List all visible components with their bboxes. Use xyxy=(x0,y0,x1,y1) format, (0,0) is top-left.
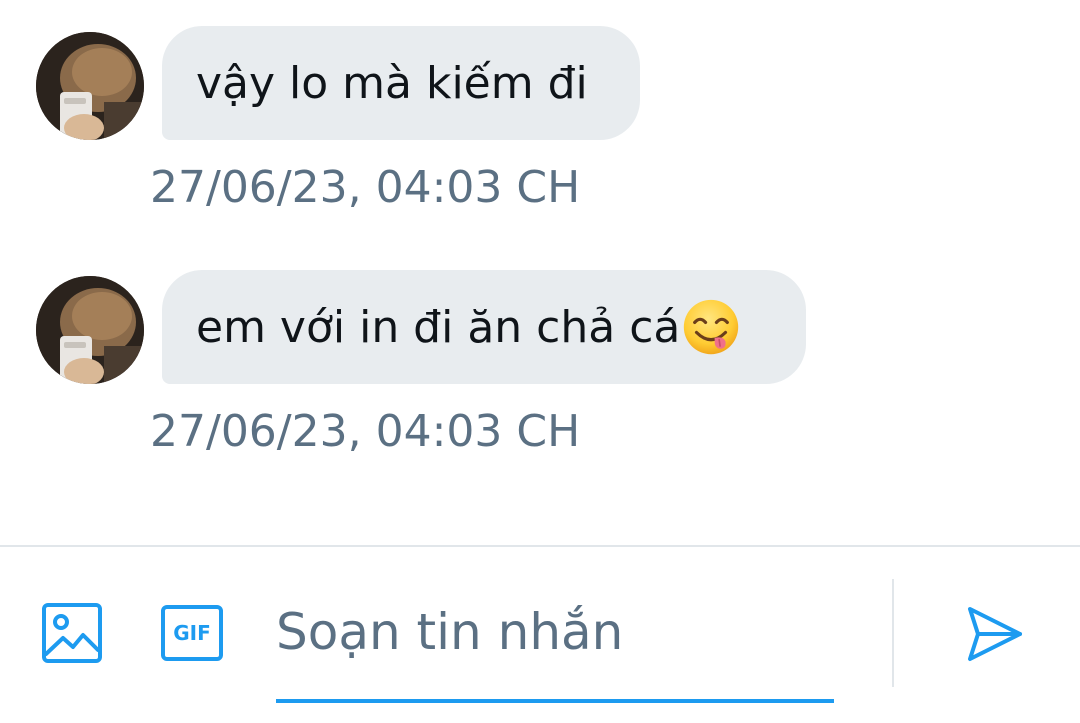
message-composer: GIF xyxy=(0,547,1080,723)
avatar[interactable] xyxy=(36,32,144,140)
add-media-button[interactable] xyxy=(40,601,104,665)
gif-label: GIF xyxy=(173,621,211,645)
image-icon xyxy=(42,603,102,663)
message-input[interactable] xyxy=(276,587,834,677)
input-focus-underline xyxy=(276,699,834,703)
add-gif-button[interactable]: GIF xyxy=(158,601,226,665)
message-list[interactable]: vậy lo mà kiếm đi 27/06/23, 04:03 CH em … xyxy=(0,0,1080,545)
send-button[interactable] xyxy=(962,601,1028,667)
message-input-container xyxy=(276,587,834,705)
message-bubble[interactable]: vậy lo mà kiếm đi xyxy=(162,26,640,140)
send-icon xyxy=(968,607,1022,661)
message-text: vậy lo mà kiếm đi xyxy=(196,57,588,109)
gif-icon: GIF xyxy=(161,605,223,661)
face-savoring-food-emoji xyxy=(684,299,739,355)
composer-separator xyxy=(892,579,894,687)
avatar-photo xyxy=(36,32,144,140)
message-bubble[interactable]: em với in đi ăn chả cá xyxy=(162,270,806,384)
message-text: em với in đi ăn chả cá xyxy=(196,301,681,353)
message-timestamp: 27/06/23, 04:03 CH xyxy=(150,162,581,213)
avatar[interactable] xyxy=(36,276,144,384)
direct-message-screen: vậy lo mà kiếm đi 27/06/23, 04:03 CH em … xyxy=(0,0,1080,723)
message-timestamp: 27/06/23, 04:03 CH xyxy=(150,406,581,457)
avatar-photo xyxy=(36,276,144,384)
